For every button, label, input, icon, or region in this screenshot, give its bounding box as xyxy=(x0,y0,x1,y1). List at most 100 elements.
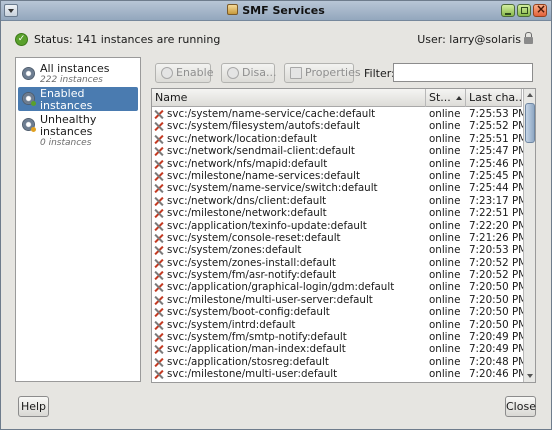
table-row[interactable]: svc:/system/name-service/cache:default on… xyxy=(152,108,527,120)
service-state: online xyxy=(429,256,461,269)
scroll-down-arrow-icon[interactable] xyxy=(524,370,535,382)
service-last-changed: 7:22:51 PM xyxy=(469,207,528,220)
column-header-state[interactable]: St... xyxy=(426,89,466,107)
properties-icon xyxy=(290,67,302,79)
service-icon xyxy=(154,259,164,268)
table-row[interactable]: svc:/system/fm/smtp-notify:default online… xyxy=(152,331,527,344)
table-row[interactable]: svc:/application/texinfo-update:default o… xyxy=(152,219,527,232)
service-name: svc:/system/zones-install:default xyxy=(167,256,336,269)
service-state: online xyxy=(429,269,461,282)
gear-ok-icon xyxy=(22,92,36,106)
service-icon xyxy=(154,147,164,156)
service-last-changed: 7:20:50 PM xyxy=(469,306,528,319)
service-name: svc:/system/boot-config:default xyxy=(167,306,330,319)
minimize-button[interactable] xyxy=(501,4,515,17)
help-button[interactable]: Help xyxy=(18,396,49,417)
table-row[interactable]: svc:/milestone/network:default online 7:22… xyxy=(152,207,528,220)
service-last-changed: 7:20:50 PM xyxy=(469,293,528,306)
status-text: Status: 141 instances are running xyxy=(34,33,221,46)
service-last-changed: 7:20:49 PM xyxy=(469,343,528,356)
service-last-changed: 7:20:53 PM xyxy=(469,244,528,257)
service-last-changed: 7:25:47 PM xyxy=(469,145,528,158)
service-icon xyxy=(154,296,164,305)
service-icon xyxy=(154,321,164,330)
column-header-name[interactable]: Name xyxy=(152,89,426,107)
table-row[interactable]: svc:/system/fm/asr-notify:default online 7… xyxy=(152,269,527,282)
service-name: svc:/system/intrd:default xyxy=(167,318,296,331)
disable-icon xyxy=(227,67,239,79)
service-name: svc:/application/texinfo-update:default xyxy=(167,219,367,232)
table-row[interactable]: svc:/system/intrd:default online 7:20:50 P… xyxy=(152,318,528,331)
service-state: online xyxy=(429,231,461,244)
filter-label: Filter: xyxy=(364,67,395,80)
table-row[interactable]: svc:/system/console-reset:default online 7… xyxy=(152,231,527,244)
lock-icon[interactable] xyxy=(524,32,533,45)
table-row[interactable]: svc:/milestone/name-services:default onli… xyxy=(152,169,527,182)
service-state: online xyxy=(429,293,461,306)
gear-icon xyxy=(22,67,35,80)
service-state: online xyxy=(429,132,461,145)
service-last-changed: 7:20:50 PM xyxy=(469,318,528,331)
service-icon xyxy=(154,172,164,181)
category-list: All instances 222 instances Enabled inst… xyxy=(15,57,141,382)
service-name: svc:/milestone/multi-user:default xyxy=(167,368,338,381)
service-state: online xyxy=(429,169,461,182)
vertical-scrollbar[interactable] xyxy=(523,89,535,382)
properties-button[interactable]: Properties xyxy=(284,63,361,83)
column-header-last-changed[interactable]: Last cha... xyxy=(466,89,522,107)
table-row[interactable]: svc:/application/graphical-login/gdm:def… xyxy=(152,281,527,294)
maximize-button[interactable] xyxy=(517,4,531,17)
table-row[interactable]: svc:/system/filesystem/autofs:default onl… xyxy=(152,120,528,133)
service-name: svc:/system/console-reset:default xyxy=(167,231,341,244)
close-button[interactable]: Close xyxy=(505,396,536,417)
service-last-changed: 7:23:17 PM xyxy=(469,194,528,207)
service-last-changed: 7:25:51 PM xyxy=(469,132,528,145)
service-icon xyxy=(154,110,164,119)
service-state: online xyxy=(429,120,461,133)
service-icon xyxy=(154,271,164,280)
filter-input[interactable] xyxy=(393,63,533,82)
service-icon xyxy=(154,358,164,367)
service-state: online xyxy=(429,306,461,319)
service-icon xyxy=(154,135,164,144)
service-name: svc:/system/fm/smtp-notify:default xyxy=(167,331,347,344)
table-row[interactable]: svc:/application/stosreg:default online 7:… xyxy=(152,355,528,368)
table-row[interactable]: svc:/system/name-service/switch:default o… xyxy=(152,182,527,195)
table-row[interactable]: svc:/milestone/multi-user:default online 7… xyxy=(152,368,527,381)
service-name: svc:/network/nfs/mapid:default xyxy=(167,157,328,170)
disable-button[interactable]: Disa... xyxy=(221,63,277,83)
service-name: svc:/application/man-index:default xyxy=(167,343,346,356)
status-ok-icon: ✓ xyxy=(15,33,28,46)
service-name: svc:/network/sendmail-client:default xyxy=(167,145,355,158)
title-bar[interactable]: SMF Services xyxy=(1,1,551,21)
scroll-up-arrow-icon[interactable] xyxy=(524,89,535,101)
table-row[interactable]: svc:/system/boot-config:default online 7:2… xyxy=(152,306,528,319)
scrollbar-thumb[interactable] xyxy=(525,103,535,143)
smf-app-icon xyxy=(227,4,239,15)
close-window-button[interactable] xyxy=(533,2,547,17)
window-title: SMF Services xyxy=(1,4,551,17)
service-icon xyxy=(154,234,164,243)
table-row[interactable]: svc:/milestone/multi-user-server:default… xyxy=(152,293,528,306)
service-state: online xyxy=(429,355,461,368)
service-state: online xyxy=(429,368,461,381)
service-last-changed: 7:25:52 PM xyxy=(469,120,528,133)
table-row[interactable]: svc:/system/zones-install:default online 7… xyxy=(152,256,527,269)
service-name: svc:/system/fm/asr-notify:default xyxy=(167,269,337,282)
table-row[interactable]: svc:/application/man-index:default online… xyxy=(152,343,528,356)
service-name: svc:/network/dns/client:default xyxy=(167,194,327,207)
table-row[interactable]: svc:/network/nfs/mapid:default online 7:25… xyxy=(152,157,527,170)
table-row[interactable]: svc:/network/location:default online 7:25:… xyxy=(152,132,528,145)
service-state: online xyxy=(429,318,461,331)
table-row[interactable]: svc:/system/zones:default online 7:20:53 P… xyxy=(152,244,528,257)
category-enabled-instances[interactable]: Enabled instances 141 instances xyxy=(18,87,138,122)
table-row[interactable]: svc:/network/dns/client:default online 7:2… xyxy=(152,194,528,207)
service-name: svc:/application/graphical-login/gdm:def… xyxy=(167,281,395,294)
enable-button[interactable]: Enable xyxy=(155,63,213,83)
service-name: svc:/system/name-service/switch:default xyxy=(167,182,378,195)
category-unhealthy-instances[interactable]: Unhealthy instances 0 instances xyxy=(18,113,138,148)
service-last-changed: 7:20:48 PM xyxy=(469,355,528,368)
category-all-instances[interactable]: All instances 222 instances xyxy=(18,62,138,86)
service-name: svc:/network/location:default xyxy=(167,132,317,145)
table-row[interactable]: svc:/network/sendmail-client:default onli… xyxy=(152,145,528,158)
